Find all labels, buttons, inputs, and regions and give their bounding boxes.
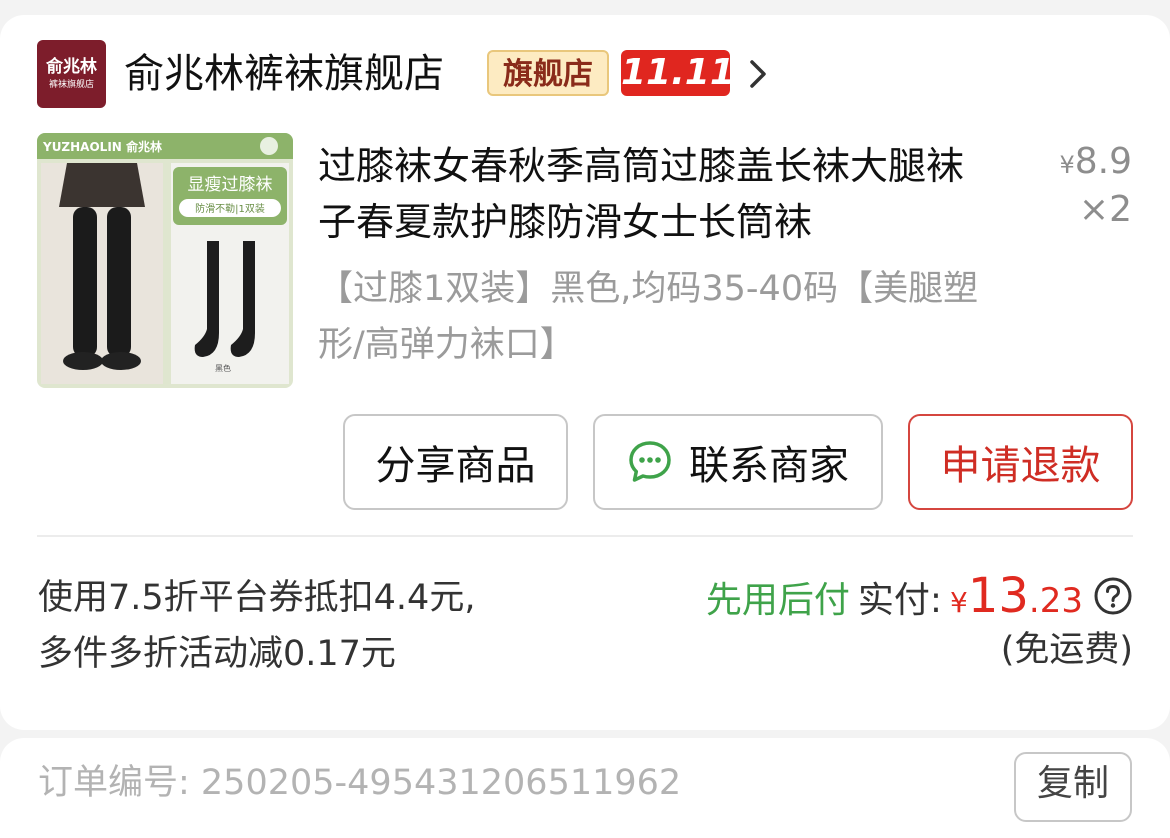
unit-price: ¥8.9 [1059,140,1132,187]
share-product-label: 分享商品 [375,443,536,489]
image-color-label: 黑色 [215,363,231,373]
order-number: 订单编号: 250205-495431206511962 [38,763,682,803]
product-sku: 【过膝1双装】黑色,均码35-40码【美腿塑形/高弹力袜口】 [318,269,979,365]
share-product-button[interactable]: 分享商品 [343,414,568,510]
divider [37,535,1133,537]
shop-name[interactable]: 俞兆林裤袜旗舰店 [124,46,444,102]
product-title[interactable]: 过膝袜女春秋季高筒过膝盖长袜大腿袜子春夏款护膝防滑女士长筒袜 [318,138,998,250]
paid-currency: ¥ [950,586,968,619]
paid-amount-integer: 13 [967,568,1029,624]
paid-amount-decimal: .23 [1028,581,1083,621]
request-refund-button[interactable]: 申请退款 [908,414,1133,510]
promo-1111-badge: 11.11 [621,50,735,96]
pay-later-label: 先用后付 [705,580,850,621]
quantity: ×2 [1078,189,1132,230]
paid-label: 实付: [857,580,943,621]
image-brand: YUZHAOLIN 俞兆林 [42,139,162,154]
flagship-badge: 旗舰店 [487,50,609,96]
question-mark-icon[interactable] [1093,576,1133,616]
discount-note: 使用7.5折平台券抵扣4.4元, 多件多折活动减0.17元 [38,578,476,674]
price-value: 8.9 [1074,141,1132,182]
contact-merchant-label: 联系商家 [689,443,849,489]
request-refund-label: 申请退款 [940,443,1101,489]
product-image[interactable]: YUZHAOLIN 俞兆林 显瘦过膝袜 防滑不勒|1双装 黑色 [37,133,293,388]
shop-logo-text: 俞兆林 [46,57,97,77]
shop-logo-subtext: 裤袜旗舰店 [48,80,94,90]
shipping-note: (免运费) [1000,630,1133,670]
chat-bubble-icon [629,441,671,482]
contact-merchant-button[interactable]: 联系商家 [593,414,883,510]
shop-logo[interactable]: 俞兆林 裤袜旗舰店 [37,40,106,108]
chevron-right-icon[interactable] [744,58,772,90]
copy-order-number-button[interactable]: 复制 [1014,752,1132,822]
price-currency: ¥ [1059,151,1075,179]
image-tag: 显瘦过膝袜 [188,175,273,195]
paid-amount-row: 先用后付 实付: ¥ 13 .23 [706,568,1133,624]
image-subtag: 防滑不勒|1双装 [195,202,265,215]
